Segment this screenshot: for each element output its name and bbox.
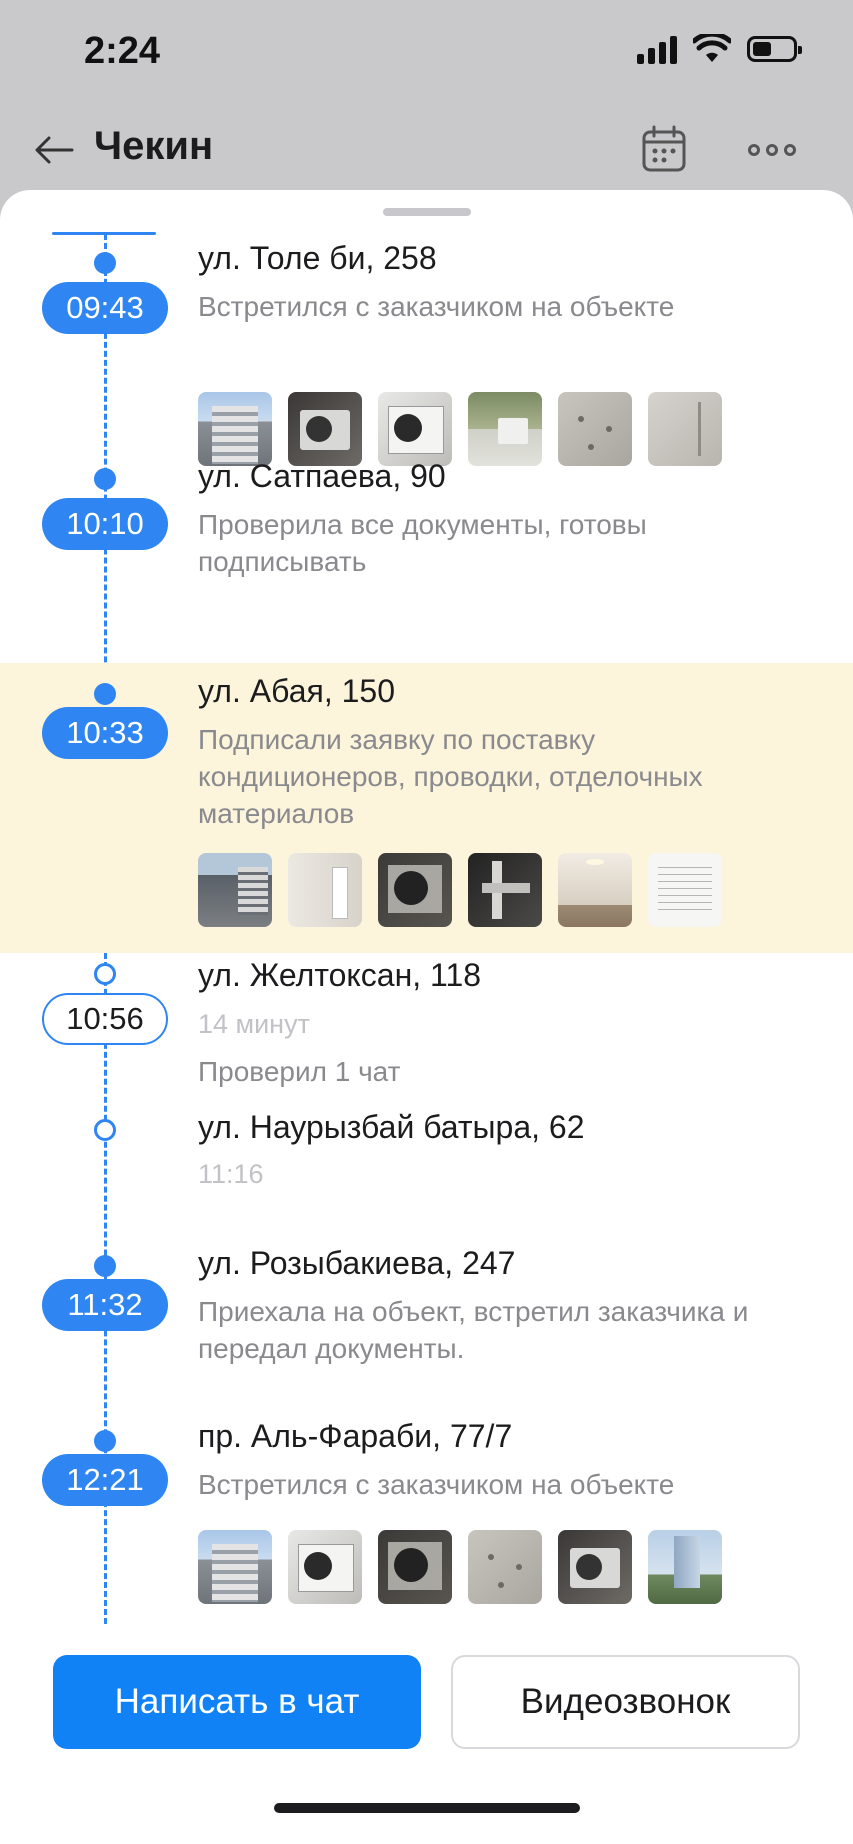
status-time: 2:24 — [84, 30, 161, 72]
entry-address: пр. Аль-Фараби, 77/7 — [198, 1418, 513, 1454]
timeline-entry-highlighted[interactable]: 10:33 ул. Абая, 150 Подписали заявку по … — [0, 663, 853, 953]
calendar-button[interactable] — [636, 122, 692, 178]
home-indicator — [274, 1803, 580, 1813]
cellular-signal-icon — [637, 34, 677, 64]
checkin-sheet: 09:43 ул. Толе би, 258 Встретился с зака… — [0, 190, 853, 1844]
time-badge: 09:43 — [42, 282, 168, 334]
photo-thumbnail[interactable] — [288, 853, 362, 927]
battery-icon — [747, 36, 802, 62]
status-bar: 2:24 — [0, 0, 853, 110]
timeline-entry[interactable]: 12:21 пр. Аль-Фараби, 77/7 Встретился с … — [0, 1400, 853, 1660]
page-title: Чекин — [94, 124, 214, 168]
entry-description: Встретился с заказчиком на объекте — [198, 1469, 675, 1500]
time-badge: 10:10 — [42, 498, 168, 550]
photo-thumbnail[interactable] — [558, 1530, 632, 1604]
photo-thumbnail[interactable] — [468, 1530, 542, 1604]
timeline-dot-hollow — [94, 1119, 116, 1141]
header: Чекин — [0, 110, 853, 190]
photo-thumbnail[interactable] — [648, 853, 722, 927]
photo-strip — [198, 853, 722, 927]
photo-strip — [198, 1530, 722, 1604]
entry-description: Проверила все документы, готовы подписыв… — [198, 509, 647, 577]
timeline-entry[interactable]: 10:10 ул. Сатпаева, 90 Проверила все док… — [0, 420, 853, 577]
calendar-icon — [642, 125, 686, 172]
timeline-dot — [94, 1430, 116, 1452]
entry-description: Проверил 1 чат — [198, 1056, 401, 1087]
photo-thumbnail[interactable] — [558, 853, 632, 927]
time-badge: 10:33 — [42, 707, 168, 759]
more-horizontal-icon — [748, 144, 796, 156]
timeline-entry[interactable]: 10:56 ул. Желтоксан, 118 14 минут Провер… — [0, 953, 853, 1103]
entry-address: ул. Толе би, 258 — [198, 240, 437, 276]
write-to-chat-button[interactable]: Написать в чат — [53, 1655, 421, 1749]
entry-time: 11:16 — [198, 1159, 264, 1189]
timeline-entry[interactable]: 11:32 ул. Розыбакиева, 247 Приехала на о… — [0, 1225, 853, 1385]
photo-thumbnail[interactable] — [378, 1530, 452, 1604]
video-call-button[interactable]: Видеозвонок — [451, 1655, 800, 1749]
timeline-dot — [94, 683, 116, 705]
entry-address: ул. Наурызбай батыра, 62 — [198, 1109, 585, 1145]
photo-thumbnail[interactable] — [288, 1530, 362, 1604]
timeline-entry[interactable]: ул. Наурызбай батыра, 62 11:16 — [0, 1103, 853, 1213]
entry-address: ул. Сатпаева, 90 — [198, 458, 446, 494]
wifi-icon — [693, 34, 731, 62]
timeline-dot-hollow — [94, 963, 116, 985]
timeline-dot — [94, 1255, 116, 1277]
photo-thumbnail[interactable] — [378, 853, 452, 927]
time-badge: 10:56 — [42, 993, 168, 1045]
entry-duration: 14 минут — [198, 1009, 310, 1039]
status-icons — [637, 34, 802, 64]
entry-description: Приехала на объект, встретил заказчика и… — [198, 1296, 749, 1364]
timeline-dot — [94, 468, 116, 490]
time-badge: 12:21 — [42, 1454, 168, 1506]
entry-address: ул. Абая, 150 — [198, 673, 395, 709]
photo-thumbnail[interactable] — [198, 1530, 272, 1604]
photo-thumbnail[interactable] — [648, 1530, 722, 1604]
arrow-left-icon — [35, 136, 74, 164]
photo-thumbnail[interactable] — [468, 853, 542, 927]
time-badge: 11:32 — [42, 1279, 168, 1331]
back-button[interactable] — [30, 126, 78, 174]
entry-description: Встретился с заказчиком на объекте — [198, 291, 675, 322]
entry-description: Подписали заявку по поставку кондиционер… — [198, 724, 703, 829]
photo-thumbnail[interactable] — [198, 853, 272, 927]
entry-address: ул. Желтоксан, 118 — [198, 957, 482, 993]
timeline-dot — [94, 252, 116, 274]
entry-address: ул. Розыбакиева, 247 — [198, 1245, 516, 1281]
more-options-button[interactable] — [744, 132, 800, 168]
